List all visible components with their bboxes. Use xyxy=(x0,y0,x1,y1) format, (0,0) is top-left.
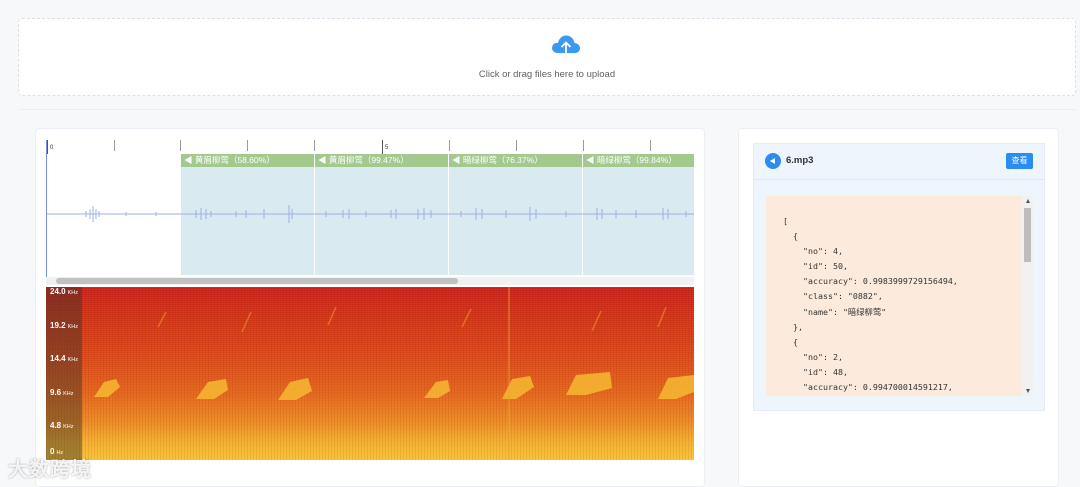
waveform-trace xyxy=(46,205,694,223)
section-divider xyxy=(18,109,1076,110)
scroll-up-icon[interactable] xyxy=(1026,199,1030,203)
spectrogram: 24.0 KHz 19.2 KHz 14.4 KHz 9.6 KHz 4.8 KHz 0H… xyxy=(46,287,694,460)
timeline-label: 5 xyxy=(385,145,389,151)
spectrogram-calls xyxy=(94,287,694,460)
scroll-down-icon[interactable] xyxy=(1026,389,1030,393)
timeline-tick xyxy=(180,140,181,151)
json-scrollbar[interactable] xyxy=(1022,196,1033,396)
timeline-tick xyxy=(382,140,383,154)
timeline-tick xyxy=(583,140,584,151)
timeline-tick xyxy=(314,140,315,151)
upload-dropzone[interactable]: Click or drag files here to upload xyxy=(18,18,1076,96)
freq-label: 14.4 KHz xyxy=(50,354,78,363)
timeline-tick xyxy=(516,140,517,151)
playback-cursor[interactable] xyxy=(46,140,47,277)
timeline-label: 0 xyxy=(50,145,54,151)
view-button[interactable]: 查看 xyxy=(1006,153,1033,169)
watermark-logo: 大数跨境 xyxy=(8,459,92,481)
play-button[interactable] xyxy=(765,153,781,169)
json-result-box[interactable]: [ { "no": 4, "id": 50, "accuracy": 0.998… xyxy=(766,196,1033,396)
waveform-scrollbar[interactable] xyxy=(46,277,694,285)
timeline-tick xyxy=(114,140,115,151)
cloud-upload-icon xyxy=(550,33,582,64)
timeline-tick xyxy=(247,140,248,151)
scrollbar-thumb[interactable] xyxy=(56,278,458,284)
frequency-axis: 24.0 KHz 19.2 KHz 14.4 KHz 9.6 KHz 4.8 KHz 0H… xyxy=(46,287,82,460)
json-result-text: [ { "no": 4, "id": 50, "accuracy": 0.998… xyxy=(783,216,958,393)
file-header: 6.mp3 查看 xyxy=(754,144,1044,180)
timeline-tick xyxy=(47,140,48,154)
region-label[interactable]: ◀ 黄眉柳莺（99.47%） xyxy=(315,154,448,167)
freq-label: 19.2 KHz xyxy=(50,321,78,330)
region-label[interactable]: ◀ 暗绿柳莺（76.37%） xyxy=(449,154,582,167)
timeline-tick xyxy=(650,140,651,151)
region-label[interactable]: ◀ 黄眉柳莺（58.60%） xyxy=(181,154,314,167)
freq-label: 9.6 KHz xyxy=(50,388,74,397)
file-result-panel: 6.mp3 查看 [ { "no": 4, "id": 50, "accurac… xyxy=(753,143,1045,411)
file-name: 6.mp3 xyxy=(786,155,814,166)
upload-hint: Click or drag files here to upload xyxy=(478,69,616,80)
freq-label: 24.0 KHz xyxy=(50,287,78,296)
timeline: 0 5 xyxy=(46,140,694,154)
scrollbar-thumb[interactable] xyxy=(1024,208,1031,262)
timeline-tick xyxy=(449,140,450,151)
waveform-view[interactable]: 0 5 ◀ 黄眉柳莺（58.60%） ◀ 黄眉柳莺（99.47%） ◀ 暗绿柳莺… xyxy=(46,140,694,277)
freq-label: 4.8 KHz xyxy=(50,421,74,430)
region-label[interactable]: ◀ 暗绿柳莺（99.84%） xyxy=(583,154,694,167)
